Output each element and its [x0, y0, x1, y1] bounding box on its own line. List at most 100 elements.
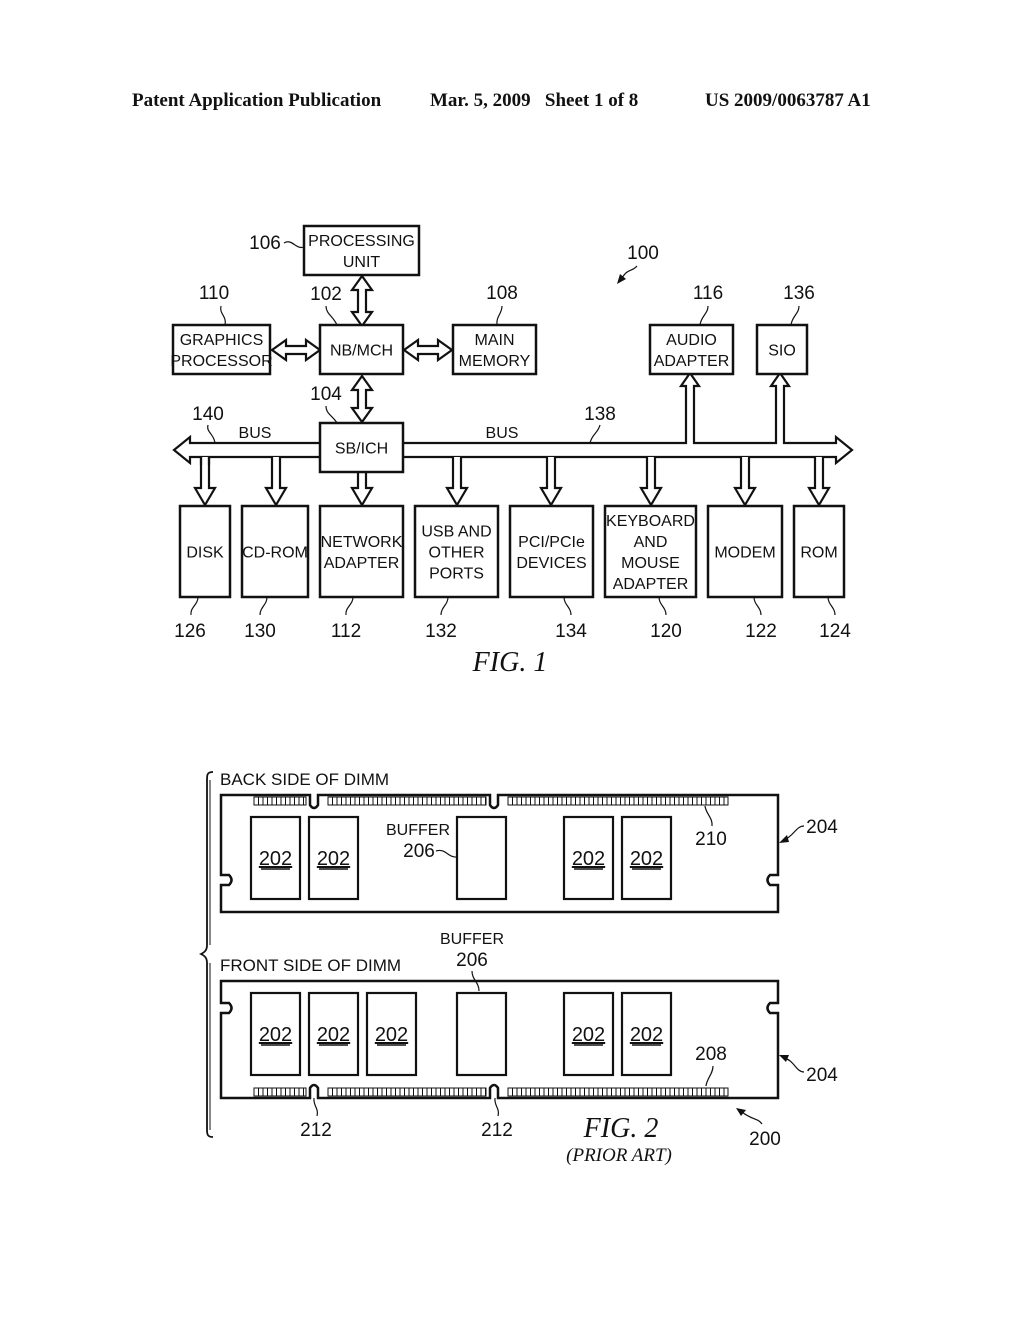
- ref-100: 100: [627, 243, 659, 264]
- memory-chip: 202: [365, 991, 418, 1077]
- arrow-bus-disk: [193, 457, 217, 508]
- ref-132-leader: [440, 596, 449, 616]
- block-label: PCI/PCIe: [518, 534, 585, 551]
- block-label: CD-ROM: [242, 545, 308, 562]
- memory-chip-ref: 202: [317, 1024, 350, 1046]
- ref-106: 106: [249, 233, 281, 254]
- dimm-back: 202 202 202 202: [219, 793, 780, 914]
- back-module-ref: 204: [806, 817, 838, 838]
- ref-120-leader: [658, 596, 667, 616]
- ref-112-leader: [345, 596, 354, 616]
- ref-124: 124: [819, 621, 851, 642]
- block-network-adapter-frame: [318, 504, 405, 599]
- ref-116: 116: [693, 283, 723, 304]
- ref-126-leader: [190, 596, 199, 616]
- ref-106-leader: [283, 241, 305, 249]
- block-processing-unit: PROCESSING UNIT 106: [249, 224, 421, 277]
- memory-chip: 202: [307, 815, 360, 901]
- block-label: MAIN: [475, 332, 515, 349]
- block-label: DISK: [186, 545, 224, 562]
- ref-130: 130: [244, 621, 276, 642]
- ref-138: 138: [584, 404, 616, 425]
- memory-chip-ref: 202: [317, 848, 350, 870]
- ref-104: 104: [310, 384, 342, 405]
- block-pci-devices-frame: [508, 504, 595, 599]
- front-module-leader: [783, 1057, 805, 1073]
- assembly-ref: 200: [749, 1129, 781, 1150]
- buffer-chip: [455, 991, 508, 1077]
- arrow-nbmch-sbich: [349, 374, 375, 424]
- buffer-chip: [455, 815, 508, 901]
- block-modem: MODEM 122: [706, 504, 784, 642]
- front-module-ref: 204: [806, 1065, 838, 1086]
- arrow-bus-cd-rom: [264, 457, 288, 508]
- memory-chip: 202: [562, 815, 615, 901]
- block-label: OTHER: [429, 545, 485, 562]
- block-rom: ROM 124: [792, 504, 851, 642]
- fig2-caption: FIG. 2: [583, 1113, 659, 1144]
- memory-chip-ref: 202: [259, 848, 292, 870]
- block-label: ADAPTER: [613, 576, 689, 593]
- memory-chip: 202: [249, 991, 302, 1077]
- assembly-ref-arrowhead: [736, 1108, 746, 1116]
- block-kbd-mouse: KEYBOARD AND MOUSE ADAPTER 120: [603, 504, 698, 642]
- ref-112: 112: [331, 621, 361, 642]
- ref-124-leader: [827, 596, 836, 616]
- bus-140-label: BUS: [239, 425, 272, 442]
- ref-138-leader: [589, 424, 601, 444]
- ref-104-leader: [325, 405, 338, 424]
- ref-108-leader: [496, 305, 503, 326]
- block-usb-ports: USB AND OTHER PORTS 132: [413, 504, 500, 642]
- ref-100-leader: [621, 265, 638, 279]
- notch-ref-2: 212: [481, 1120, 513, 1141]
- bus-138-arrow: [403, 371, 854, 466]
- block-nb-mch: NB/MCH 102: [310, 284, 405, 376]
- memory-chip-ref: 202: [630, 1024, 663, 1046]
- ref-126: 126: [174, 621, 206, 642]
- block-sb-ich: SB/ICH 104: [310, 384, 405, 474]
- ref-116-leader: [699, 305, 709, 326]
- block-disk: DISK 126: [174, 504, 232, 642]
- arrow-bus-rom: [807, 457, 831, 508]
- back-side-title: BACK SIDE OF DIMM: [220, 770, 389, 789]
- block-cd-rom: CD-ROM 130: [240, 504, 310, 642]
- memory-chip: 202: [620, 991, 673, 1077]
- notch-ref-1-leader: [313, 1097, 319, 1117]
- ref-110-leader: [220, 305, 226, 326]
- fig2-subcaption: (PRIOR ART): [566, 1145, 672, 1166]
- back-buffer-label: BUFFER: [386, 822, 450, 839]
- notch-ref-1: 212: [300, 1120, 332, 1141]
- block-pci-devices: PCI/PCIe DEVICES 134: [508, 504, 595, 642]
- ref-136-leader: [790, 305, 800, 326]
- block-label: AND: [634, 534, 668, 551]
- ref-120: 120: [650, 621, 682, 642]
- arrow-nbmch-memory: [402, 337, 454, 363]
- arrow-graphics-nbmch: [270, 337, 322, 363]
- ref-100-arrowhead: [617, 274, 626, 284]
- block-label: PROCESSOR: [170, 353, 272, 370]
- block-label: SIO: [768, 343, 796, 360]
- block-network-adapter: NETWORK ADAPTER 112: [318, 504, 405, 642]
- memory-chip-ref: 202: [572, 848, 605, 870]
- block-label: UNIT: [343, 254, 381, 271]
- ref-102-leader: [325, 305, 338, 326]
- block-label: KEYBOARD: [606, 513, 695, 530]
- patent-drawing: PROCESSING UNIT 106 GRAPHICS PROCESSOR 110 NB/…: [170, 224, 854, 1166]
- dimm-front: 202 202 202 202 202: [219, 979, 780, 1100]
- block-label: NETWORK: [321, 534, 403, 551]
- block-label: NB/MCH: [330, 343, 393, 360]
- block-main-memory: MAIN MEMORY 108: [451, 283, 538, 376]
- block-label: ADAPTER: [324, 555, 400, 572]
- ref-134: 134: [555, 621, 587, 642]
- memory-chip-ref: 202: [259, 1024, 292, 1046]
- memory-chip-ref: 202: [375, 1024, 408, 1046]
- ref-134-leader: [563, 596, 572, 616]
- block-sio: SIO 136: [755, 283, 815, 376]
- block-graphics-processor: GRAPHICS PROCESSOR 110: [170, 283, 273, 376]
- block-label: MODEM: [714, 545, 775, 562]
- memory-chip-ref: 202: [630, 848, 663, 870]
- block-label: DEVICES: [516, 555, 586, 572]
- ref-122: 122: [745, 621, 777, 642]
- block-label: USB AND: [421, 524, 491, 541]
- arrow-pu-nbmch: [349, 274, 375, 328]
